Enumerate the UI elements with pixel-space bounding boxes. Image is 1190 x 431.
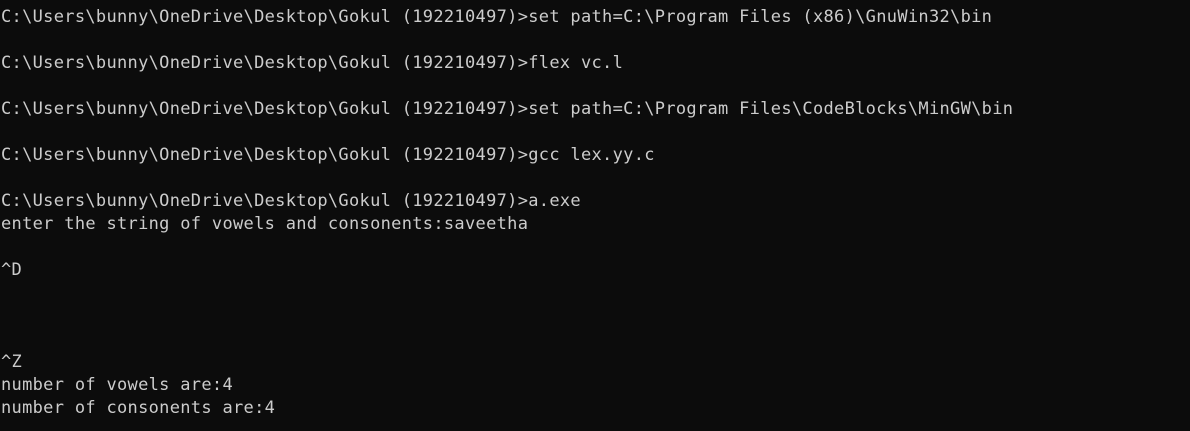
command-gcc: C:\Users\bunny\OneDrive\Desktop\Gokul (1… bbox=[1, 145, 655, 165]
command-set-path-mingw: C:\Users\bunny\OneDrive\Desktop\Gokul (1… bbox=[1, 99, 1014, 119]
command-set-path-gnuwin32: C:\Users\bunny\OneDrive\Desktop\Gokul (1… bbox=[1, 7, 993, 27]
vowels-count-output: number of vowels are:4 bbox=[1, 375, 233, 395]
terminal-window[interactable]: C:\Users\bunny\OneDrive\Desktop\Gokul (1… bbox=[0, 0, 1190, 431]
command-run-exe: C:\Users\bunny\OneDrive\Desktop\Gokul (1… bbox=[1, 191, 581, 211]
ctrl-z-echo: ^Z bbox=[1, 352, 23, 372]
command-flex: C:\Users\bunny\OneDrive\Desktop\Gokul (1… bbox=[1, 53, 624, 73]
program-prompt-output: enter the string of vowels and consonent… bbox=[1, 214, 529, 234]
consonents-count-output: number of consonents are:4 bbox=[1, 398, 276, 418]
ctrl-d-echo: ^D bbox=[1, 260, 23, 280]
